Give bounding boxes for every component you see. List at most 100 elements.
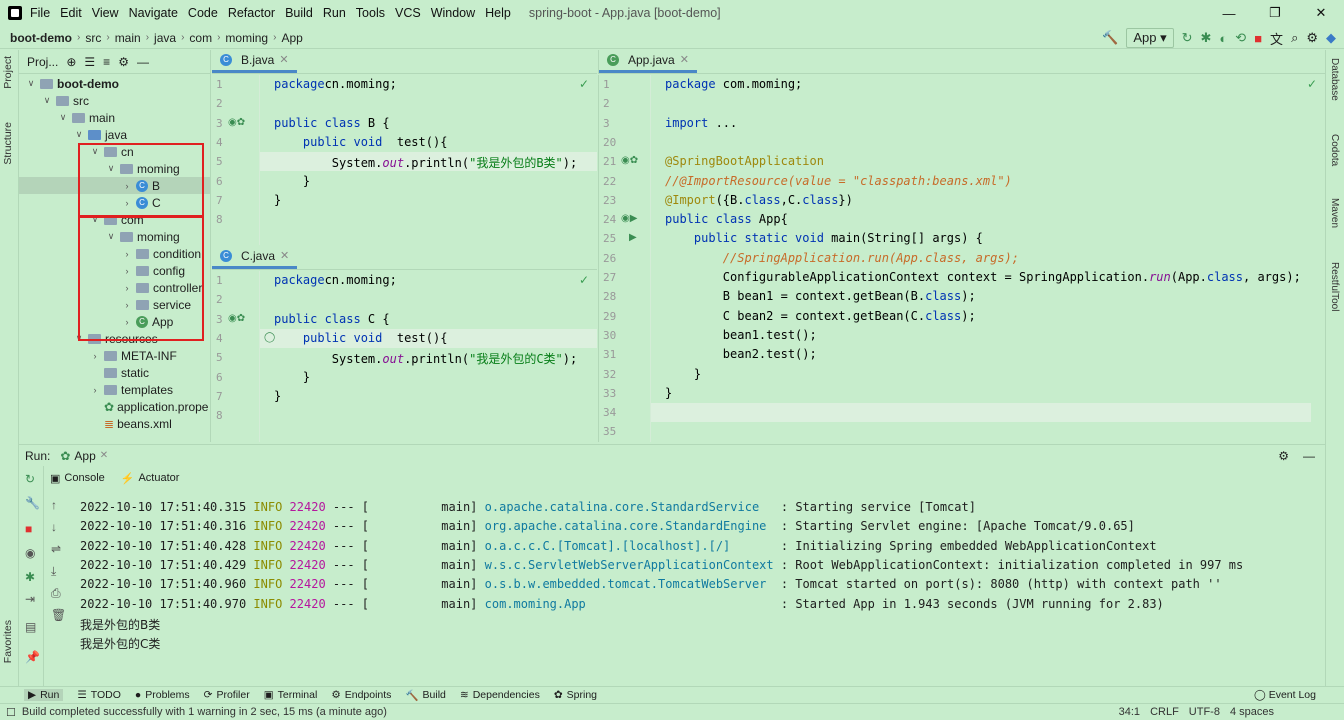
actuator-tab[interactable]: ⚡ Actuator	[121, 472, 180, 485]
toolwindow-run[interactable]: ▶ Run	[24, 689, 64, 701]
menu-item-window[interactable]: Window	[431, 6, 475, 20]
project-view-dropdown[interactable]: Proj...	[27, 55, 58, 69]
editor-b[interactable]: 1 packagecn.moming; 2 3 public class B {4 pu…	[212, 75, 597, 245]
close-tab-icon[interactable]: ✕	[680, 53, 689, 66]
status-message[interactable]: Build completed successfully with 1 warn…	[22, 706, 387, 718]
chevron-down-icon[interactable]: ∨	[73, 129, 85, 140]
inspection-ok-icon[interactable]: ✓	[579, 77, 589, 91]
soft-wrap-icon[interactable]: ⇌	[51, 542, 61, 556]
tree-node-java[interactable]: ∨ java	[73, 126, 127, 143]
menu-item-edit[interactable]: Edit	[60, 6, 82, 20]
menu-item-file[interactable]: File	[30, 6, 50, 20]
spring-bean-gutter-icon[interactable]: ◉✿	[621, 155, 638, 166]
print-icon[interactable]: ⎙	[51, 586, 61, 601]
tree-node-src[interactable]: ∨ src	[41, 92, 89, 109]
menu-item-refactor[interactable]: Refactor	[228, 6, 275, 20]
favorites-tool-tab[interactable]: Favorites	[2, 620, 14, 663]
build-hammer-icon[interactable]: 🔨	[1102, 30, 1118, 46]
rerun-icon[interactable]: ↻	[1182, 30, 1193, 46]
debug-icon[interactable]: ✱	[1201, 30, 1212, 46]
database-tool-tab[interactable]: Database	[1329, 58, 1340, 101]
scroll-down-icon[interactable]: ↓	[51, 520, 57, 534]
project-tool-tab[interactable]: Project	[2, 56, 14, 89]
tree-node-meta-inf[interactable]: › META-INF	[89, 347, 177, 364]
toolwindow-dependencies[interactable]: ≋ Dependencies	[460, 689, 540, 701]
run-class-gutter-icon[interactable]: ◉▶	[621, 213, 637, 224]
breadcrumb-item[interactable]: boot-demo	[10, 31, 72, 45]
scroll-up-icon[interactable]: ↑	[51, 498, 57, 512]
menu-item-navigate[interactable]: Navigate	[129, 6, 178, 20]
file-encoding[interactable]: UTF-8	[1189, 706, 1220, 718]
menu-item-code[interactable]: Code	[188, 6, 218, 20]
event-log-button[interactable]: ◯ Event Log	[1254, 689, 1316, 701]
exit-icon[interactable]: ⇥	[25, 592, 35, 606]
menu-item-view[interactable]: View	[92, 6, 119, 20]
status-checkbox-icon[interactable]: ☐	[6, 706, 16, 719]
indent-setting[interactable]: 4 spaces	[1230, 706, 1274, 718]
translate-icon[interactable]: 文	[1270, 29, 1283, 48]
settings-gear-icon[interactable]: ⚙	[1306, 30, 1318, 46]
layout-icon[interactable]: ▤	[25, 620, 36, 634]
locate-icon[interactable]: ⊕	[66, 55, 76, 69]
implemented-gutter-icon[interactable]: ◉✿	[228, 117, 245, 128]
chevron-right-icon[interactable]: ›	[89, 351, 101, 361]
menu-item-build[interactable]: Build	[285, 6, 313, 20]
minimize-icon[interactable]: —	[1206, 0, 1252, 26]
maven-tool-tab[interactable]: Maven	[1329, 198, 1340, 228]
close-icon[interactable]: ✕	[1298, 0, 1344, 26]
implemented-gutter-icon[interactable]: ◉✿	[228, 313, 245, 324]
tree-node-main[interactable]: ∨ main	[57, 109, 115, 126]
breadcrumb-item[interactable]: src	[85, 31, 101, 45]
breadcrumb-item[interactable]: main	[115, 31, 141, 45]
collapse-all-icon[interactable]: ≡	[103, 55, 110, 69]
tab-c-java[interactable]: C C.java ✕	[212, 245, 298, 269]
run-settings-gear-icon[interactable]: ⚙	[1278, 449, 1289, 463]
stop-icon[interactable]: ■	[1254, 31, 1262, 46]
breadcrumb-item[interactable]: com	[189, 31, 212, 45]
chevron-down-icon[interactable]: ∨	[57, 112, 69, 123]
expand-all-icon[interactable]: ☰	[84, 55, 95, 69]
panel-gear-icon[interactable]: ⚙	[118, 55, 129, 69]
toolwindow-endpoints[interactable]: ⚙ Endpoints	[331, 689, 391, 701]
toolwindow-profiler[interactable]: ⟳ Profiler	[204, 689, 250, 701]
toolwindow-terminal[interactable]: ▣ Terminal	[264, 689, 318, 701]
run-config-dropdown[interactable]: App ▾	[1126, 28, 1174, 48]
wrench-icon[interactable]: 🔧	[25, 496, 40, 510]
tree-node-boot-demo[interactable]: ∨ boot-demo	[25, 75, 119, 92]
toolwindow-todo[interactable]: ☰ TODO	[77, 689, 121, 701]
stop-icon[interactable]: ■	[25, 522, 32, 536]
pin-icon[interactable]: 📌	[25, 650, 40, 664]
chevron-down-icon[interactable]: ∨	[25, 78, 37, 89]
debug-bug-icon[interactable]: ✱	[25, 570, 35, 584]
menu-item-vcs[interactable]: VCS	[395, 6, 421, 20]
restful-tool-tab[interactable]: RestfulTool	[1329, 262, 1340, 311]
hide-panel-icon[interactable]: —	[137, 55, 149, 69]
line-separator[interactable]: CRLF	[1150, 706, 1179, 718]
menu-item-run[interactable]: Run	[323, 6, 346, 20]
breadcrumb-item[interactable]: moming	[225, 31, 268, 45]
close-run-tab-icon[interactable]: ✕	[100, 450, 108, 461]
inspection-ok-icon[interactable]: ✓	[579, 273, 589, 287]
breadcrumb-item[interactable]: App	[281, 31, 302, 45]
toolwindow-spring[interactable]: ✿ Spring	[554, 689, 597, 701]
search-icon[interactable]: ⌕	[1291, 30, 1298, 46]
run-tab-app[interactable]: ✿ App ✕	[60, 449, 108, 463]
codota-tool-tab[interactable]: Codota	[1329, 134, 1340, 166]
toolwindow-problems[interactable]: ● Problems	[135, 689, 190, 701]
close-tab-icon[interactable]: ✕	[279, 53, 288, 66]
close-tab-icon[interactable]: ✕	[280, 249, 289, 262]
plugin-icon[interactable]: ◆	[1326, 30, 1336, 46]
tab-b-java[interactable]: C B.java ✕	[212, 49, 297, 73]
console-output[interactable]: 2022-10-10 17:51:40.315 INFO 22420 --- […	[70, 488, 1325, 684]
method-gutter-icon[interactable]: ◯	[264, 332, 275, 343]
tree-node-application-prope[interactable]: ✿ application.prope	[89, 398, 208, 415]
scroll-end-icon[interactable]: ⤓	[51, 564, 56, 579]
breadcrumb-item[interactable]: java	[154, 31, 176, 45]
tree-node-beans-xml[interactable]: ≣ beans.xml	[89, 415, 172, 432]
console-tab[interactable]: ▣ Console	[50, 472, 105, 485]
structure-tool-tab[interactable]: Structure	[2, 122, 14, 165]
maximize-icon[interactable]: ❐	[1252, 0, 1298, 26]
tab-app-java[interactable]: C App.java ✕	[599, 49, 697, 73]
menu-item-tools[interactable]: Tools	[356, 6, 385, 20]
run-main-gutter-icon[interactable]: ▶	[629, 232, 637, 243]
